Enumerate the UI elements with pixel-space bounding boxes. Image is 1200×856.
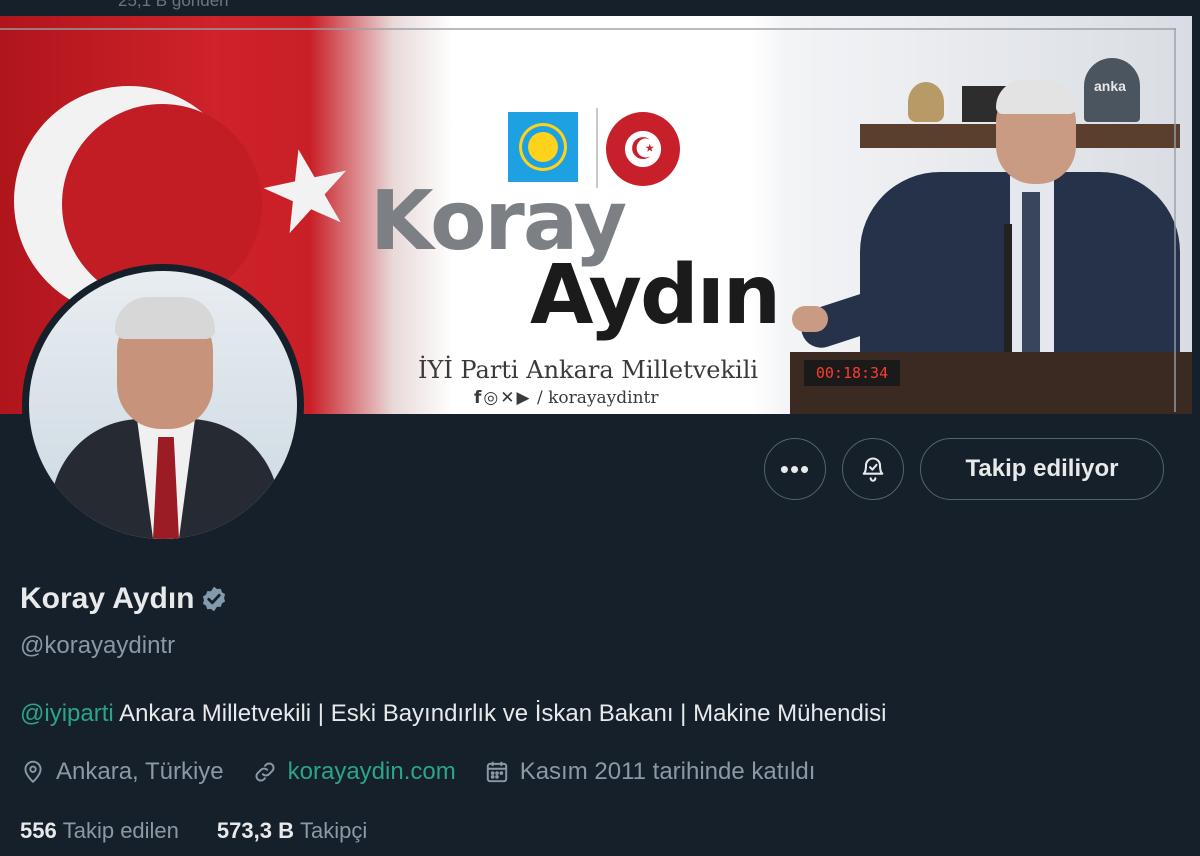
following-count: 556 — [20, 818, 57, 843]
banner-social-handle: / korayaydintr — [536, 388, 659, 408]
following-link[interactable]: 556 Takip edilen — [20, 818, 179, 844]
banner-social: f ◎ ✕ ▶ / korayaydintr — [474, 388, 658, 408]
location-text: Ankara, Türkiye — [56, 758, 224, 785]
avatar-photo — [29, 271, 297, 539]
avatar[interactable] — [22, 264, 304, 546]
profile-bio: @iyiparti Ankara Milletvekili | Eski Bay… — [20, 700, 887, 728]
banner-frame-right — [1174, 28, 1176, 412]
top-header: 25,1 B gönderi — [0, 0, 1200, 16]
avatar-hair — [115, 297, 215, 339]
link-icon — [255, 762, 275, 782]
verified-badge-icon — [203, 586, 226, 612]
lamp — [908, 82, 944, 122]
youtube-icon: ▶ — [516, 388, 530, 408]
following-label: Takip edilen — [62, 818, 179, 843]
banner-name-last: Aydın — [530, 248, 781, 343]
more-icon: ••• — [779, 453, 811, 484]
location-pin-icon — [24, 760, 42, 784]
speaker-hand — [792, 306, 828, 332]
followers-link[interactable]: 573,3 B Takipçi — [217, 818, 367, 844]
joined-item: Kasım 2011 tarihinde katıldı — [484, 758, 816, 786]
location-item: Ankara, Türkiye — [20, 758, 224, 786]
website-link[interactable]: korayaydin.com — [288, 758, 456, 786]
more-button[interactable]: ••• — [764, 438, 826, 500]
podium-clock: 00:18:34 — [804, 360, 900, 386]
banner-frame-top — [0, 28, 1176, 30]
bell-check-icon — [862, 457, 884, 482]
followers-label: Takipçi — [299, 818, 368, 843]
banner-subtitle: İYİ Parti Ankara Milletvekili — [418, 356, 759, 384]
follow-stats: 556 Takip edilen 573,3 B Takipçi — [20, 818, 405, 844]
calendar-icon — [486, 761, 507, 783]
post-count: 25,1 B gönderi — [118, 0, 229, 10]
profile-name: Koray Aydın — [20, 582, 195, 615]
facebook-icon: f — [474, 388, 482, 408]
flag-star-icon: ★ — [246, 120, 369, 261]
notifications-button[interactable] — [842, 438, 904, 500]
bio-text: Ankara Milletvekili | Eski Bayındırlık v… — [113, 700, 887, 727]
speaker-hair — [996, 80, 1076, 114]
speaker-tie — [1022, 192, 1040, 352]
joined-text: Kasım 2011 tarihinde katıldı — [519, 758, 816, 785]
following-button[interactable]: Takip ediliyor — [920, 438, 1164, 500]
instagram-icon: ◎ — [483, 388, 499, 408]
watermark: anka — [1094, 78, 1126, 94]
profile-handle: @korayaydintr — [20, 632, 176, 659]
website-item: korayaydin.com — [252, 758, 456, 786]
profile-name-row: Koray Aydın — [20, 582, 228, 616]
bio-mention-link[interactable]: @iyiparti — [20, 700, 114, 727]
profile-meta: Ankara, Türkiye korayaydin.com Kasım 201… — [20, 758, 843, 786]
followers-count: 573,3 B — [216, 818, 294, 843]
x-icon: ✕ — [500, 388, 515, 408]
party-logo-icon — [508, 112, 578, 182]
